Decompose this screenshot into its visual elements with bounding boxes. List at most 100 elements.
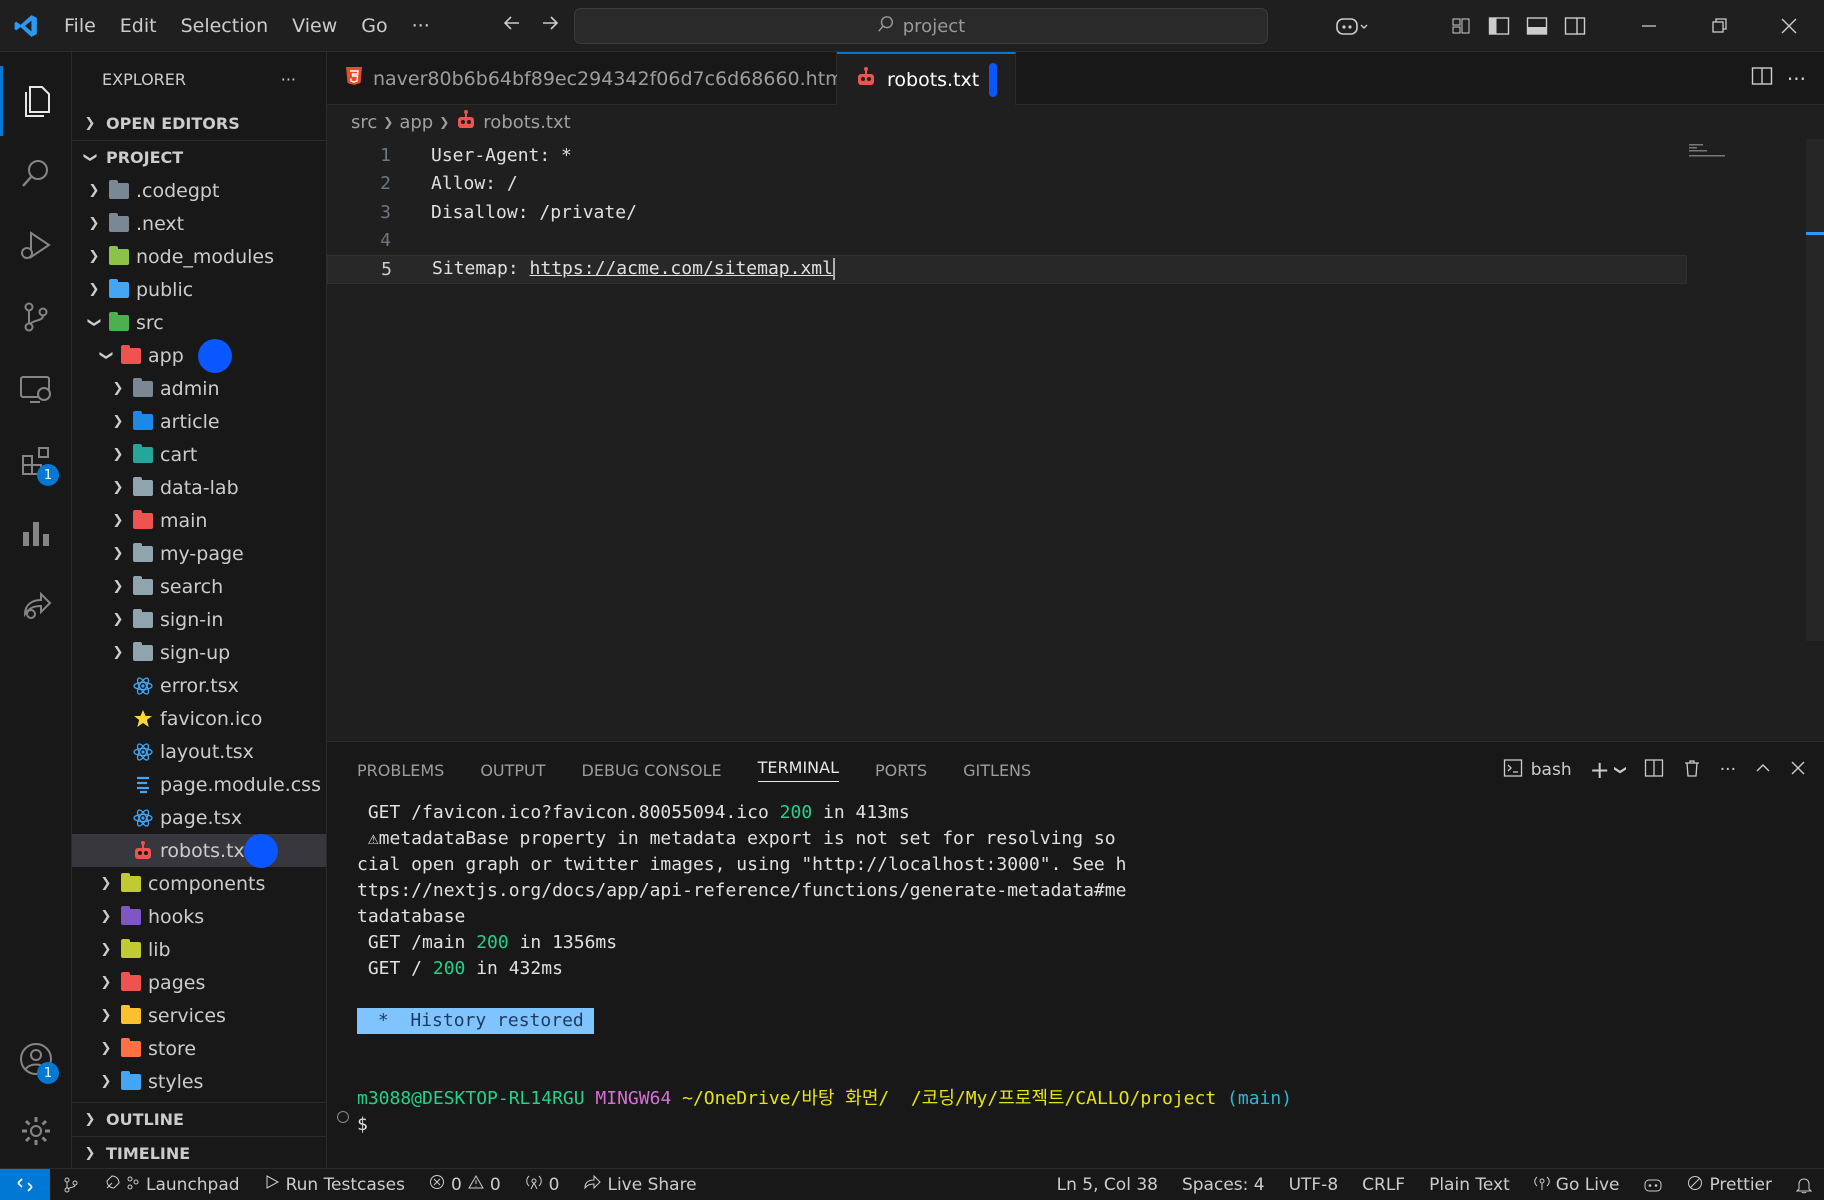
open-editors-section[interactable]: ❯ OPEN EDITORS	[72, 106, 326, 140]
toggle-secondary-sidebar-icon[interactable]	[1556, 0, 1594, 52]
git-graph-icon[interactable]	[50, 1176, 92, 1194]
tab-robots-txt[interactable]: robots.txt	[837, 52, 1016, 105]
code-line[interactable]: 1 User-Agent: *	[327, 141, 1687, 170]
folder-item-cart[interactable]: ❯ cart	[72, 438, 326, 471]
extensions-icon[interactable]: 1	[0, 426, 72, 496]
folder-item-article[interactable]: ❯ article	[72, 405, 326, 438]
folder-item-styles[interactable]: ❯ styles	[72, 1065, 326, 1098]
chevron-down-icon[interactable]: ❯	[1614, 765, 1628, 775]
settings-gear-icon[interactable]	[0, 1096, 72, 1166]
tab-problems[interactable]: PROBLEMS	[357, 761, 444, 780]
close-window-icon[interactable]	[1754, 0, 1824, 52]
folder-item-sign-in[interactable]: ❯ sign-in	[72, 603, 326, 636]
indentation[interactable]: Spaces: 4	[1170, 1175, 1277, 1195]
folder-item-src[interactable]: ❯ src	[72, 306, 326, 339]
terminal-shell-name[interactable]: bash	[1531, 760, 1572, 780]
panel-more-icon[interactable]: ···	[1720, 760, 1736, 780]
encoding[interactable]: UTF-8	[1277, 1175, 1351, 1195]
breadcrumb-app[interactable]: app	[399, 112, 433, 133]
folder-item-public[interactable]: ❯ public	[72, 273, 326, 306]
tab-terminal[interactable]: TERMINAL	[757, 758, 840, 782]
customize-layout-icon[interactable]	[1442, 0, 1480, 52]
explorer-icon[interactable]	[0, 66, 72, 136]
remote-indicator-icon[interactable]	[0, 1168, 50, 1200]
toggle-primary-sidebar-icon[interactable]	[1480, 0, 1518, 52]
folder-item-codegpt[interactable]: ❯ .codegpt	[72, 174, 326, 207]
sitemap-url-link[interactable]: https://acme.com/sitemap.xml	[530, 258, 833, 279]
terminal-output[interactable]: GET /favicon.ico?favicon.80055094.ico 20…	[357, 800, 1807, 1138]
file-item-error-tsx[interactable]: error.tsx	[72, 669, 326, 702]
notifications-bell-icon[interactable]	[1784, 1176, 1824, 1194]
problems-indicator[interactable]: 0 0	[417, 1174, 513, 1195]
folder-item-next[interactable]: ❯ .next	[72, 207, 326, 240]
code-line[interactable]: 3 Disallow: /private/	[327, 198, 1687, 227]
tab-ports[interactable]: PORTS	[875, 761, 927, 780]
accounts-icon[interactable]: 1	[0, 1024, 72, 1094]
end-of-line[interactable]: CRLF	[1350, 1175, 1417, 1195]
folder-item-pages[interactable]: ❯ pages	[72, 966, 326, 999]
command-center-search[interactable]: project	[574, 8, 1268, 44]
code-editor[interactable]: 1 User-Agent: * 2 Allow: / 3 Disallow: /…	[327, 139, 1824, 741]
folder-item-app[interactable]: ❯ app	[72, 339, 326, 373]
menu-view[interactable]: View	[280, 0, 349, 52]
tab-gitlens[interactable]: GITLENS	[963, 761, 1031, 780]
trash-icon[interactable]	[1682, 758, 1702, 783]
split-editor-icon[interactable]	[1751, 66, 1773, 91]
maximize-panel-chevron-up-icon[interactable]	[1754, 759, 1772, 782]
menu-edit[interactable]: Edit	[108, 0, 169, 52]
code-line-current[interactable]: 5 Sitemap: https://acme.com/sitemap.xml	[327, 255, 1687, 284]
folder-item-main[interactable]: ❯ main	[72, 504, 326, 537]
file-item-page-tsx[interactable]: page.tsx	[72, 801, 326, 834]
folder-item-services[interactable]: ❯ services	[72, 999, 326, 1032]
prettier-button[interactable]: Prettier	[1675, 1175, 1784, 1196]
restore-icon[interactable]	[1684, 0, 1754, 52]
cursor-position[interactable]: Ln 5, Col 38	[1045, 1175, 1170, 1195]
terminal-input-line[interactable]: $	[357, 1112, 1807, 1138]
run-testcases-button[interactable]: Run Testcases	[252, 1174, 417, 1195]
remote-explorer-icon[interactable]	[0, 354, 72, 424]
timeline-section[interactable]: ❯ TIMELINE	[72, 1136, 326, 1168]
file-item-favicon-ico[interactable]: favicon.ico	[72, 702, 326, 735]
folder-item-my-page[interactable]: ❯ my-page	[72, 537, 326, 570]
outline-section[interactable]: ❯ OUTLINE	[72, 1102, 326, 1136]
folder-item-sign-up[interactable]: ❯ sign-up	[72, 636, 326, 669]
folder-item-hooks[interactable]: ❯ hooks	[72, 900, 326, 933]
breadcrumb-file[interactable]: robots.txt	[483, 112, 570, 133]
go-live-button[interactable]: Go Live	[1522, 1175, 1632, 1196]
folder-item-lib[interactable]: ❯ lib	[72, 933, 326, 966]
menu-go[interactable]: Go	[349, 0, 399, 52]
menu-file[interactable]: File	[52, 0, 108, 52]
run-debug-icon[interactable]	[0, 210, 72, 280]
folder-item-components[interactable]: ❯ components	[72, 867, 326, 900]
menu-more[interactable]: ···	[400, 0, 442, 52]
code-line[interactable]: 2 Allow: /	[327, 170, 1687, 199]
forward-arrow-icon[interactable]	[540, 13, 560, 38]
toggle-panel-icon[interactable]	[1518, 0, 1556, 52]
launchpad-button[interactable]: Launchpad	[92, 1173, 252, 1196]
folder-item-node-modules[interactable]: ❯ node_modules	[72, 240, 326, 273]
live-share-icon[interactable]	[0, 570, 72, 640]
copilot-status-icon[interactable]	[1631, 1177, 1675, 1193]
split-terminal-icon[interactable]	[1644, 758, 1664, 783]
language-mode[interactable]: Plain Text	[1417, 1175, 1522, 1195]
back-arrow-icon[interactable]	[502, 13, 522, 38]
new-terminal-plus-icon[interactable]: +	[1590, 756, 1610, 784]
tab-naver-html[interactable]: naver80b6b64bf89ec294342f06d7c6d68660.ht…	[327, 52, 849, 105]
source-control-icon[interactable]	[0, 282, 72, 352]
minimap[interactable]	[1689, 141, 1729, 157]
folder-item-admin[interactable]: ❯ admin	[72, 372, 326, 405]
charts-icon[interactable]	[0, 498, 72, 568]
file-item-robots-txt[interactable]: robots.txt	[72, 834, 326, 868]
search-activity-icon[interactable]	[0, 138, 72, 208]
menu-selection[interactable]: Selection	[169, 0, 281, 52]
copilot-icon[interactable]	[1322, 0, 1382, 52]
folder-item-data-lab[interactable]: ❯ data-lab	[72, 471, 326, 504]
breadcrumb-src[interactable]: src	[351, 112, 377, 133]
file-item-layout-tsx[interactable]: layout.tsx	[72, 735, 326, 768]
minimize-icon[interactable]	[1614, 0, 1684, 52]
project-section[interactable]: ❯ PROJECT	[72, 140, 326, 174]
live-share-button[interactable]: Live Share	[571, 1174, 708, 1195]
explorer-more-button[interactable]: ···	[281, 70, 296, 89]
code-line[interactable]: 4	[327, 227, 1687, 256]
close-panel-icon[interactable]	[1790, 760, 1806, 781]
